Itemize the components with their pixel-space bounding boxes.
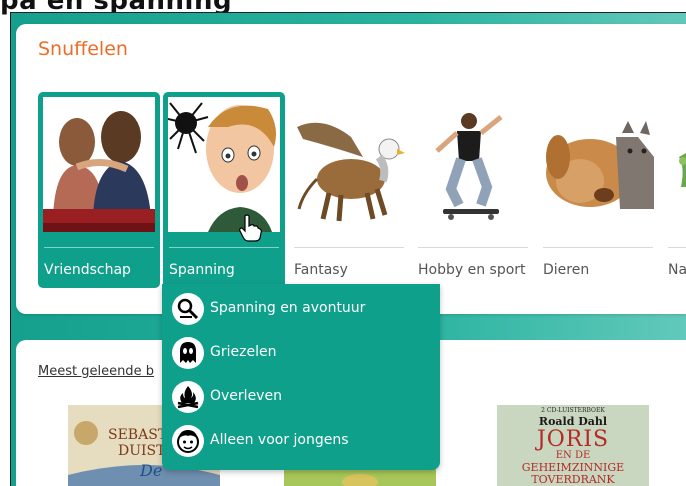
magnifier-icon bbox=[172, 293, 204, 325]
category-label: Fantasy bbox=[294, 262, 348, 278]
category-label: Hobby en sport bbox=[418, 262, 526, 278]
category-divider bbox=[169, 247, 279, 248]
book-text: TOVERDRANK bbox=[531, 473, 615, 486]
category-natuur[interactable]: Na bbox=[662, 92, 686, 288]
griffin-image bbox=[293, 97, 405, 232]
category-label: Vriendschap bbox=[44, 262, 131, 278]
hand-cursor-icon bbox=[238, 214, 262, 246]
submenu-item-spanning-en-avontuur[interactable]: Spanning en avontuur bbox=[172, 292, 434, 326]
book-text: 2 CD-LUISTERBOEK bbox=[541, 407, 605, 414]
book-text: JORIS bbox=[536, 427, 610, 452]
boy-face-icon bbox=[172, 425, 204, 457]
book-cover-joris[interactable]: 2 CD-LUISTERBOEK Roald Dahl JORIS EN DE … bbox=[497, 405, 649, 486]
category-vriendschap[interactable]: Vriendschap bbox=[38, 92, 160, 288]
submenu-item-alleen-voor-jongens[interactable]: Alleen voor jongens bbox=[172, 424, 434, 458]
category-hobby-en-sport[interactable]: Hobby en sport bbox=[412, 92, 534, 288]
submenu-item-overleven[interactable]: Overleven bbox=[172, 380, 434, 414]
category-divider bbox=[44, 247, 154, 248]
submenu-item-label: Spanning en avontuur bbox=[210, 300, 366, 316]
category-fantasy[interactable]: Fantasy bbox=[288, 92, 410, 288]
book-text: EN DE bbox=[555, 450, 591, 461]
section-title: Snuffelen bbox=[38, 38, 128, 60]
category-divider bbox=[294, 247, 404, 248]
spanning-submenu: Spanning en avontuur Griezelen Overleven… bbox=[162, 284, 440, 470]
dog-cat-image bbox=[542, 97, 654, 232]
book-text: DUIST bbox=[118, 443, 166, 459]
submenu-item-label: Overleven bbox=[210, 388, 282, 404]
skateboarder-image bbox=[417, 97, 529, 232]
campfire-icon bbox=[172, 381, 204, 413]
category-label: Spanning bbox=[169, 262, 235, 278]
category-dieren[interactable]: Dieren bbox=[537, 92, 659, 288]
category-label: Dieren bbox=[543, 262, 590, 278]
category-divider bbox=[668, 247, 686, 248]
submenu-item-label: Alleen voor jongens bbox=[210, 432, 349, 448]
submenu-item-label: Griezelen bbox=[210, 344, 277, 360]
submenu-item-griezelen[interactable]: Griezelen bbox=[172, 336, 434, 370]
category-divider bbox=[418, 247, 528, 248]
friends-image bbox=[43, 97, 155, 232]
nature-image bbox=[667, 97, 686, 232]
category-label: Na bbox=[668, 262, 686, 278]
scared-boy-spider-image bbox=[168, 97, 280, 232]
ghost-icon bbox=[172, 337, 204, 369]
category-spanning[interactable]: Spanning bbox=[163, 92, 285, 288]
book-text: De bbox=[140, 461, 163, 480]
category-divider bbox=[543, 247, 653, 248]
most-read-link[interactable]: Meest geleende b bbox=[38, 364, 154, 379]
